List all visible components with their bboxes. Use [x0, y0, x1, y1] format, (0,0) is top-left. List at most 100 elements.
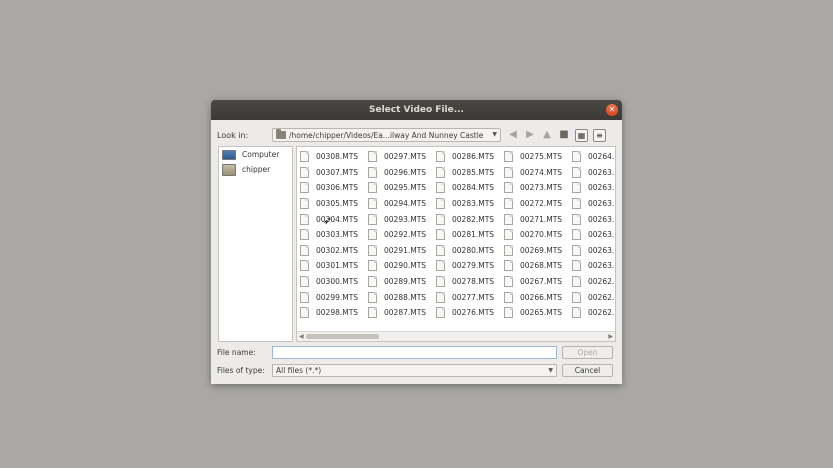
file-type-select[interactable]: All files (*.*) ▼: [272, 363, 557, 377]
parent-directory-icon[interactable]: ▲: [541, 129, 553, 141]
file-item[interactable]: 00287.MTS: [365, 305, 433, 321]
file-item[interactable]: 00301.MTS: [297, 258, 365, 274]
file-name: 00265.MTS: [520, 308, 563, 318]
file-item[interactable]: 00299.MTS: [297, 289, 365, 305]
file-icon: [300, 151, 309, 163]
places-sidebar: Computer chipper: [218, 146, 293, 342]
forward-icon[interactable]: ▶: [524, 129, 536, 141]
file-name: 00305.MTS: [316, 199, 359, 209]
file-item[interactable]: 00277.MTS: [433, 289, 501, 305]
file-name: 00263.: [588, 167, 615, 177]
sidebar-item-computer[interactable]: Computer: [219, 147, 292, 162]
file-item[interactable]: 00303.MTS: [297, 227, 365, 243]
file-icon: [300, 276, 309, 288]
open-button[interactable]: Open: [562, 345, 613, 359]
file-item[interactable]: 00263.: [569, 243, 615, 259]
file-item[interactable]: 00279.MTS: [433, 258, 501, 274]
scroll-right-icon[interactable]: ▶: [608, 332, 613, 341]
file-item[interactable]: 00272.MTS: [501, 196, 569, 212]
file-item[interactable]: 00302.MTS: [297, 243, 365, 259]
file-item[interactable]: 00307.MTS: [297, 165, 365, 181]
file-item[interactable]: 00273.MTS: [501, 180, 569, 196]
new-folder-icon[interactable]: ■: [558, 129, 570, 141]
file-item[interactable]: 00271.MTS: [501, 211, 569, 227]
file-column: 00308.MTS 00307.MTS 00306.MTS 00305.MTS 0030…: [297, 147, 365, 331]
file-name: 00272.MTS: [520, 199, 563, 209]
file-item[interactable]: 00284.MTS: [433, 180, 501, 196]
file-item[interactable]: 00298.MTS: [297, 305, 365, 321]
file-name: 00287.MTS: [384, 308, 427, 318]
dialog-title: Select Video File...: [369, 105, 464, 115]
file-item[interactable]: 00285.MTS: [433, 165, 501, 181]
list-view-icon[interactable]: ▦: [575, 128, 588, 142]
file-item[interactable]: 00267.MTS: [501, 274, 569, 290]
file-name: 00274.MTS: [520, 167, 563, 177]
file-item[interactable]: 00263.: [569, 180, 615, 196]
file-item[interactable]: 00293.MTS: [365, 211, 433, 227]
file-item[interactable]: 00262.: [569, 305, 615, 321]
file-item[interactable]: 00268.MTS: [501, 258, 569, 274]
file-item[interactable]: 00300.MTS: [297, 274, 365, 290]
file-icon: [436, 276, 445, 288]
file-item[interactable]: 00269.MTS: [501, 243, 569, 259]
file-item[interactable]: 00294.MTS: [365, 196, 433, 212]
back-icon[interactable]: ◀: [507, 129, 519, 141]
file-name: 00289.MTS: [384, 277, 427, 287]
file-icon: [436, 151, 445, 163]
file-item[interactable]: 00296.MTS: [365, 165, 433, 181]
look-in-combo[interactable]: /home/chipper/Videos/Ea...ilway And Nunn…: [272, 128, 501, 142]
file-item[interactable]: 00280.MTS: [433, 243, 501, 259]
scrollbar-thumb[interactable]: [306, 334, 379, 339]
file-item[interactable]: 00308.MTS: [297, 149, 365, 165]
file-item[interactable]: 00288.MTS: [365, 289, 433, 305]
sidebar-item-chipper[interactable]: chipper: [219, 162, 292, 177]
files-of-type-label: Files of type:: [217, 365, 265, 375]
file-item[interactable]: 00264.: [569, 149, 615, 165]
file-item[interactable]: 00305.MTS: [297, 196, 365, 212]
file-item[interactable]: 00306.MTS: [297, 180, 365, 196]
file-name: 00263.: [588, 199, 615, 209]
file-icon: [300, 229, 309, 241]
file-icon: [300, 244, 309, 256]
file-item[interactable]: 00292.MTS: [365, 227, 433, 243]
file-item[interactable]: 00281.MTS: [433, 227, 501, 243]
scroll-left-icon[interactable]: ◀: [299, 332, 304, 341]
file-name: 00306.MTS: [316, 183, 359, 193]
file-item[interactable]: 00276.MTS: [433, 305, 501, 321]
file-item[interactable]: 00262.: [569, 289, 615, 305]
file-item[interactable]: 00263.: [569, 258, 615, 274]
file-item[interactable]: 00297.MTS: [365, 149, 433, 165]
file-item[interactable]: 00262.: [569, 274, 615, 290]
file-item[interactable]: 00270.MTS: [501, 227, 569, 243]
horizontal-scrollbar[interactable]: ◀ ▶: [297, 331, 615, 341]
file-item[interactable]: 00289.MTS: [365, 274, 433, 290]
file-item[interactable]: 00266.MTS: [501, 289, 569, 305]
file-icon: [300, 182, 309, 194]
detail-view-icon[interactable]: ≡: [593, 128, 606, 142]
file-name-row: File name: Open: [217, 345, 616, 359]
file-item[interactable]: 00295.MTS: [365, 180, 433, 196]
file-name: 00262.: [588, 277, 615, 287]
file-item[interactable]: 00283.MTS: [433, 196, 501, 212]
file-item[interactable]: 00263.: [569, 165, 615, 181]
file-name-input[interactable]: [272, 345, 557, 359]
file-item[interactable]: 00263.: [569, 211, 615, 227]
file-item[interactable]: 00282.MTS: [433, 211, 501, 227]
file-item[interactable]: 00274.MTS: [501, 165, 569, 181]
file-item[interactable]: 00286.MTS: [433, 149, 501, 165]
file-icon: [300, 291, 309, 303]
file-item[interactable]: 00265.MTS: [501, 305, 569, 321]
file-item[interactable]: 00275.MTS: [501, 149, 569, 165]
file-item[interactable]: 00291.MTS: [365, 243, 433, 259]
file-icon: [436, 182, 445, 194]
cancel-button[interactable]: Cancel: [562, 363, 613, 377]
file-item[interactable]: 00290.MTS: [365, 258, 433, 274]
file-item[interactable]: 00263.: [569, 227, 615, 243]
file-dialog: Select Video File... ✕ Look in: /home/ch…: [211, 100, 622, 384]
file-icon: [300, 198, 309, 210]
path-text: /home/chipper/Videos/Ea...ilway And Nunn…: [289, 130, 484, 140]
file-icon: [368, 307, 377, 319]
file-item[interactable]: 00278.MTS: [433, 274, 501, 290]
close-icon[interactable]: ✕: [606, 104, 618, 116]
file-item[interactable]: 00263.: [569, 196, 615, 212]
